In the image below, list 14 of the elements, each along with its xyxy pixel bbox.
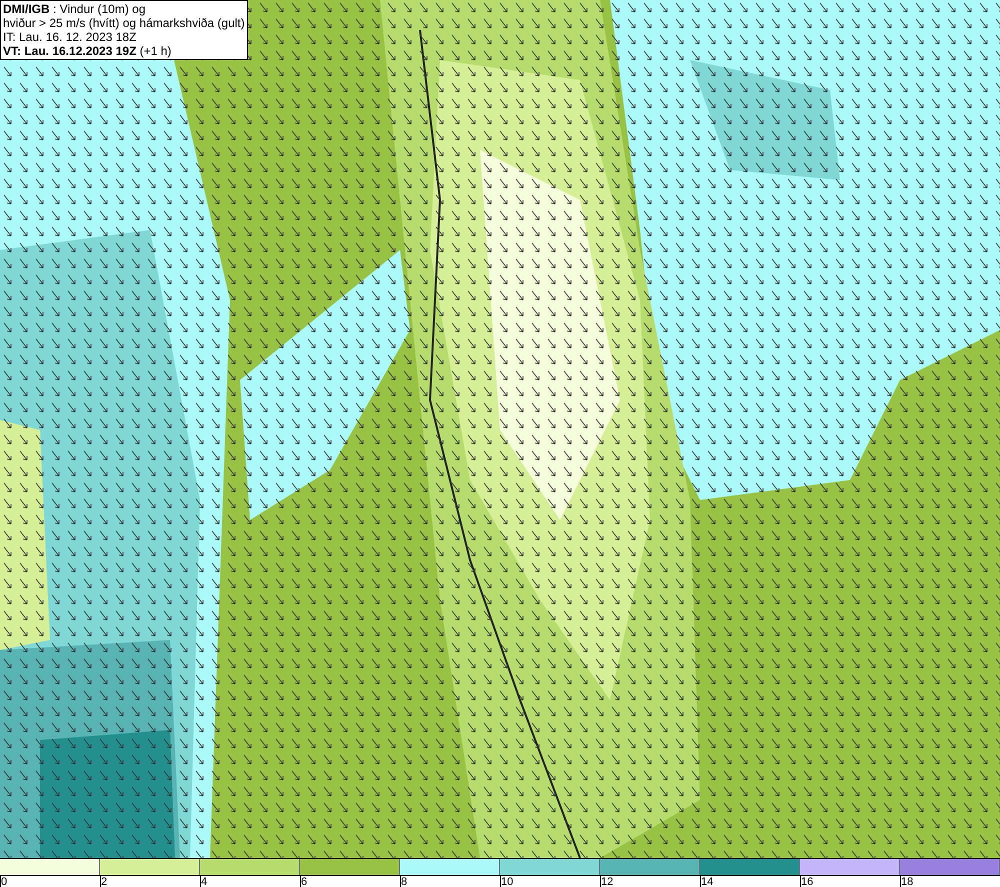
- header-line: IT: Lau. 16. 12. 2023 18Z: [3, 30, 138, 44]
- legend-tick-label: 2: [101, 876, 108, 887]
- legend-tick-label: 12: [601, 876, 614, 887]
- legend-tick-label: 6: [301, 876, 308, 887]
- legend-tick-label: 14: [701, 876, 714, 887]
- legend-tick-label: 18: [901, 876, 914, 887]
- legend-tick-label: 0: [1, 876, 8, 887]
- legend-tick-label: 16: [801, 876, 814, 887]
- header-line: VT: Lau. 16.12.2023 19Z (+1 h): [3, 44, 172, 58]
- legend-tick-label: 8: [401, 876, 408, 887]
- header-line: hviður > 25 m/s (hvítt) og hámarkshviða (gult): [3, 16, 245, 30]
- legend-tick-label: 4: [201, 876, 208, 887]
- header-line: DMI/IGB : Vindur (10m) og: [3, 2, 146, 16]
- legend-tick-label: 10: [501, 876, 514, 887]
